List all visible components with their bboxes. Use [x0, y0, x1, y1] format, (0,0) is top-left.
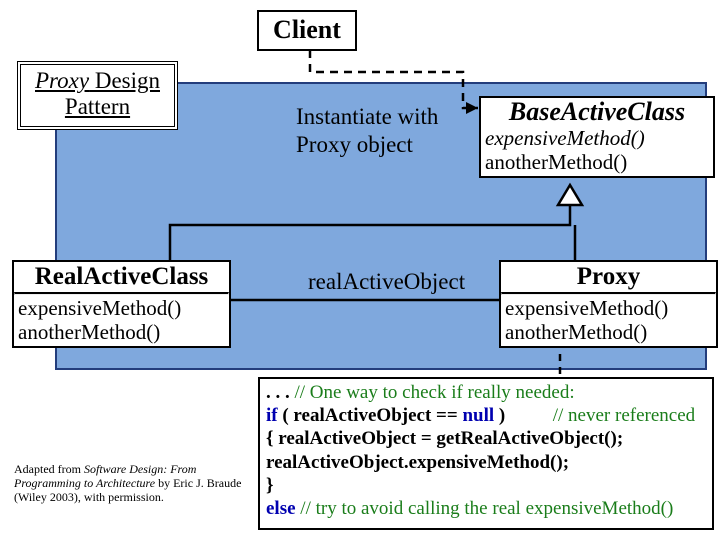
base-class-title: BaseActiveClass — [481, 98, 713, 125]
client-title: Client — [259, 12, 355, 49]
real-class-box: RealActiveClass expensiveMethod() anothe… — [12, 260, 231, 348]
assoc-label: realActiveObject — [308, 268, 465, 296]
pattern-label-line1: Proxy — [35, 68, 89, 93]
proxy-op2: anotherMethod() — [505, 320, 712, 344]
pattern-label-line1b: Design — [89, 68, 160, 93]
real-op2: anotherMethod() — [18, 320, 225, 344]
proxy-class-title: Proxy — [501, 262, 716, 292]
proxy-class-box: Proxy expensiveMethod() anotherMethod() — [499, 260, 718, 348]
attribution-text: Adapted from Software Design: From Progr… — [14, 463, 244, 504]
instantiate-note: Instantiate with Proxy object — [296, 103, 438, 158]
client-class-box: Client — [257, 10, 357, 51]
base-class-box: BaseActiveClass expensiveMethod() anothe… — [479, 96, 715, 178]
base-op1: expensiveMethod() — [485, 126, 709, 150]
pattern-label-line2: Pattern — [65, 94, 130, 119]
proxy-op1: expensiveMethod() — [505, 296, 712, 320]
real-op1: expensiveMethod() — [18, 296, 225, 320]
pattern-label: Proxy Design Pattern — [17, 61, 178, 130]
base-op2: anotherMethod() — [485, 150, 709, 174]
real-class-title: RealActiveClass — [14, 262, 229, 292]
code-note: . . . // One way to check if really need… — [258, 377, 714, 530]
